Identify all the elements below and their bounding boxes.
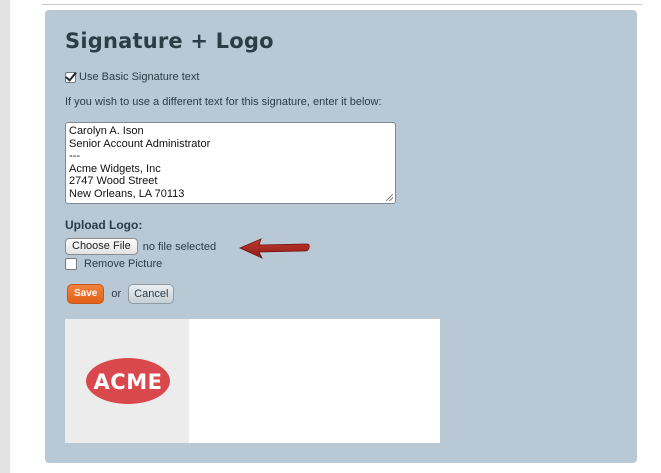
use-basic-signature-row[interactable]: Use Basic Signature text [65,71,199,83]
red-arrow-icon [239,238,310,259]
logo-preview: ACME [65,319,440,443]
acme-logo-text: ACME [94,370,163,394]
or-text: or [111,288,122,300]
resize-grip-icon[interactable] [386,194,393,201]
file-input-row: Choose File no file selected [65,238,216,255]
signature-line: Senior Account Administrator [69,137,211,150]
use-basic-signature-label[interactable]: Use Basic Signature text [79,71,199,83]
logo-image: ACME [65,319,189,443]
panel-title: Signature + Logo [65,29,274,53]
left-gutter [0,0,10,473]
acme-logo: ACME [86,358,170,404]
signature-line: Carolyn A. Ison [69,125,144,137]
file-status-text: no file selected [142,240,217,253]
use-basic-signature-checkbox[interactable] [65,71,76,83]
signature-line: 2747 Wood Street [69,175,158,187]
signature-logo-panel: Signature + Logo Use Basic Signature tex… [45,10,637,463]
form-actions: Save or Cancel [67,284,175,304]
signature-hint: If you wish to use a different text for … [65,96,382,108]
save-button[interactable]: Save [67,284,105,304]
upload-logo-label: Upload Logo: [65,218,143,232]
cancel-button[interactable]: Cancel [128,284,175,304]
signature-line: Acme Widgets, Inc [69,162,161,175]
choose-file-button[interactable]: Choose File [65,238,138,255]
signature-line: --- [69,150,80,162]
signature-textarea[interactable]: Carolyn A. Ison Senior Account Administr… [65,122,396,204]
remove-picture-label[interactable]: Remove Picture [84,258,162,270]
top-divider [42,4,642,5]
signature-line: New Orleans, LA 70113 [69,187,185,200]
remove-picture-checkbox[interactable] [65,258,77,270]
remove-picture-row[interactable]: Remove Picture [65,258,162,270]
